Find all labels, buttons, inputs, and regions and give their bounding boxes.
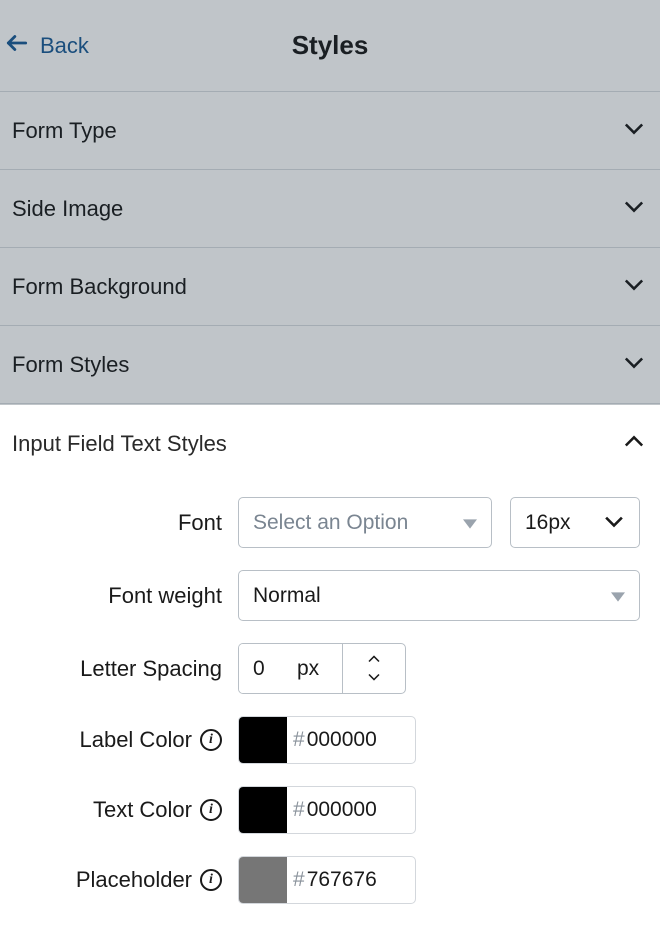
label-color-input[interactable] (305, 717, 405, 763)
section-form-type[interactable]: Form Type (0, 92, 660, 170)
hash-symbol: # (287, 787, 305, 833)
section-label: Form Background (12, 274, 187, 300)
expanded-section: Input Field Text Styles Font Select an O… (0, 405, 660, 926)
font-weight-label: Font weight (12, 583, 238, 609)
hash-symbol: # (287, 717, 305, 763)
row-letter-spacing: Letter Spacing px (12, 643, 648, 694)
stepper[interactable] (343, 644, 405, 693)
row-text-color: Text Color i # (12, 786, 648, 834)
font-size-value: 16px (525, 511, 571, 535)
letter-spacing-label: Letter Spacing (12, 656, 238, 682)
chevron-down-icon (365, 669, 383, 687)
hash-symbol: # (287, 857, 305, 903)
chevron-up-icon (365, 651, 383, 669)
placeholder-color-input[interactable] (305, 857, 405, 903)
placeholder-color-label: Placeholder i (12, 867, 238, 893)
font-weight-select[interactable]: Normal (238, 570, 640, 621)
section-label: Input Field Text Styles (12, 431, 227, 457)
chevron-down-icon (620, 114, 648, 147)
text-color-input[interactable] (305, 787, 405, 833)
label-color-label: Label Color i (12, 727, 238, 753)
color-swatch[interactable] (239, 717, 287, 763)
panel-header: Back Styles (0, 0, 660, 92)
letter-spacing-control: px (238, 643, 406, 694)
chevron-down-icon (620, 270, 648, 303)
arrow-left-icon (4, 30, 30, 62)
text-color-control: # (238, 786, 416, 834)
section-label: Form Type (12, 118, 117, 144)
text-color-label: Text Color i (12, 797, 238, 823)
row-label-color: Label Color i # (12, 716, 648, 764)
section-form-background[interactable]: Form Background (0, 248, 660, 326)
back-label: Back (40, 33, 89, 59)
placeholder-color-control: # (238, 856, 416, 904)
row-placeholder-color: Placeholder i # (12, 856, 648, 904)
font-label: Font (12, 510, 238, 536)
form-area: Font Select an Option 16px Font weight N… (0, 483, 660, 904)
page-title: Styles (12, 30, 648, 61)
placeholder-color-text: Placeholder (76, 867, 192, 893)
section-input-field-text-styles[interactable]: Input Field Text Styles (0, 405, 660, 483)
back-button[interactable]: Back (4, 30, 89, 62)
section-label: Side Image (12, 196, 123, 222)
caret-down-icon (611, 584, 625, 608)
color-swatch[interactable] (239, 857, 287, 903)
letter-spacing-unit: px (297, 644, 343, 693)
font-select-value: Select an Option (253, 511, 408, 535)
chevron-down-icon (603, 511, 625, 535)
info-icon[interactable]: i (200, 729, 222, 751)
row-font: Font Select an Option 16px (12, 497, 648, 548)
section-label: Form Styles (12, 352, 129, 378)
caret-down-icon (463, 511, 477, 535)
font-select[interactable]: Select an Option (238, 497, 492, 548)
letter-spacing-input[interactable] (239, 644, 297, 693)
color-swatch[interactable] (239, 787, 287, 833)
info-icon[interactable]: i (200, 799, 222, 821)
font-weight-value: Normal (253, 584, 321, 608)
row-font-weight: Font weight Normal (12, 570, 648, 621)
label-color-control: # (238, 716, 416, 764)
font-size-select[interactable]: 16px (510, 497, 640, 548)
text-color-text: Text Color (93, 797, 192, 823)
section-side-image[interactable]: Side Image (0, 170, 660, 248)
info-icon[interactable]: i (200, 869, 222, 891)
chevron-down-icon (620, 348, 648, 381)
chevron-down-icon (620, 192, 648, 225)
chevron-up-icon (620, 428, 648, 461)
label-color-text: Label Color (79, 727, 192, 753)
section-form-styles[interactable]: Form Styles (0, 326, 660, 404)
